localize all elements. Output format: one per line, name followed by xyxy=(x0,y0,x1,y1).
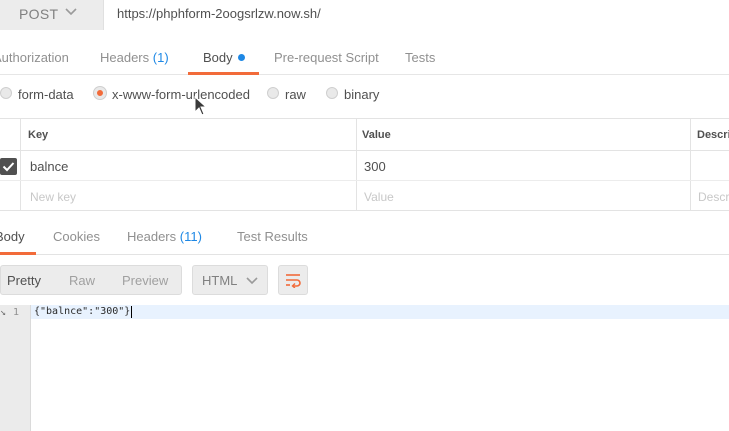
tab-label: Test Results xyxy=(237,229,308,244)
radio-icon[interactable] xyxy=(0,87,12,99)
tab-tests[interactable]: Tests xyxy=(405,50,435,65)
tab-label: Headers xyxy=(100,50,150,65)
tab-response-headers[interactable]: Headers (11) xyxy=(127,229,202,244)
check-icon xyxy=(2,162,15,172)
chevron-down-icon xyxy=(65,8,77,16)
radio-label: x-www-form-urlencoded xyxy=(112,87,250,102)
wrap-lines-button[interactable] xyxy=(278,265,308,295)
table-header: Key Value Descrip xyxy=(0,119,729,151)
body-type-options: form-data x-www-form-urlencoded raw bina… xyxy=(0,80,729,108)
tab-test-results[interactable]: Test Results xyxy=(237,229,308,244)
active-tab-indicator xyxy=(188,72,259,75)
format-label: HTML xyxy=(202,273,238,288)
new-value-input[interactable]: Value xyxy=(364,190,394,204)
mouse-cursor-icon xyxy=(194,96,208,116)
tab-body[interactable]: Body xyxy=(203,50,245,65)
new-description-input[interactable]: Descr xyxy=(698,190,729,204)
line-gutter: ↘ 1 xyxy=(0,305,31,431)
raw-button[interactable]: Raw xyxy=(69,273,95,288)
params-table: Key Value Descrip balnce 300 New key Val… xyxy=(0,118,729,211)
response-tabs: Body Cookies Headers (11) Test Results xyxy=(0,212,729,255)
method-label: POST xyxy=(19,6,59,22)
tab-count: (11) xyxy=(179,229,202,244)
tab-label: Tests xyxy=(405,50,436,65)
tab-label: Body xyxy=(0,229,25,244)
pretty-button[interactable]: Pretty xyxy=(7,273,41,288)
new-key-input[interactable]: New key xyxy=(30,190,76,204)
active-line-highlight xyxy=(31,305,729,319)
tab-cookies[interactable]: Cookies xyxy=(53,229,100,244)
param-key[interactable]: balnce xyxy=(30,159,68,174)
radio-icon[interactable] xyxy=(267,87,279,99)
url-input[interactable]: https://phphform-2oogsrlzw.now.sh/ xyxy=(117,6,321,21)
radio-label: form-data xyxy=(18,87,74,102)
method-select[interactable]: POST xyxy=(0,0,104,30)
radio-label: binary xyxy=(344,87,380,102)
column-description: Descrip xyxy=(697,129,729,141)
code-line: {"balnce":"300"} xyxy=(34,306,131,317)
tab-label: Authorization xyxy=(0,50,69,65)
response-code-editor[interactable]: ↘ 1 {"balnce":"300"} xyxy=(0,305,729,431)
radio-label: raw xyxy=(285,87,306,102)
radio-selected-icon[interactable] xyxy=(94,87,106,99)
url-bar: POST https://phphform-2oogsrlzw.now.sh/ xyxy=(0,0,729,30)
tab-authorization[interactable]: Authorization xyxy=(0,50,69,65)
tab-label: Headers xyxy=(127,229,177,244)
table-row-new: New key Value Descr xyxy=(0,181,729,211)
modified-dot-icon xyxy=(237,54,245,61)
radio-icon[interactable] xyxy=(326,87,338,99)
wrap-lines-icon xyxy=(286,274,301,288)
tab-label: Body xyxy=(203,50,233,65)
line-number: 1 xyxy=(13,307,20,318)
row-enabled-checkbox[interactable] xyxy=(0,158,17,175)
view-mode-group: Pretty Raw Preview xyxy=(0,265,182,295)
tab-label: Pre-request Script xyxy=(274,50,379,65)
active-tab-indicator xyxy=(0,252,36,255)
table-row: balnce 300 xyxy=(0,151,729,181)
tab-count: (1) xyxy=(152,50,169,65)
text-caret xyxy=(131,306,132,318)
column-value: Value xyxy=(362,129,391,141)
tab-label: Cookies xyxy=(53,229,100,244)
tab-pre-request-script[interactable]: Pre-request Script xyxy=(274,50,379,65)
tab-headers[interactable]: Headers (1) xyxy=(100,50,169,65)
preview-button[interactable]: Preview xyxy=(122,273,168,288)
request-tabs: Authorization Headers (1) Body Pre-reque… xyxy=(0,42,729,75)
column-key: Key xyxy=(28,129,49,141)
fold-icon[interactable]: ↘ xyxy=(0,307,6,318)
param-value[interactable]: 300 xyxy=(364,159,386,174)
tab-response-body[interactable]: Body xyxy=(0,229,25,244)
chevron-down-icon xyxy=(246,277,258,285)
format-select[interactable]: HTML xyxy=(192,265,268,295)
